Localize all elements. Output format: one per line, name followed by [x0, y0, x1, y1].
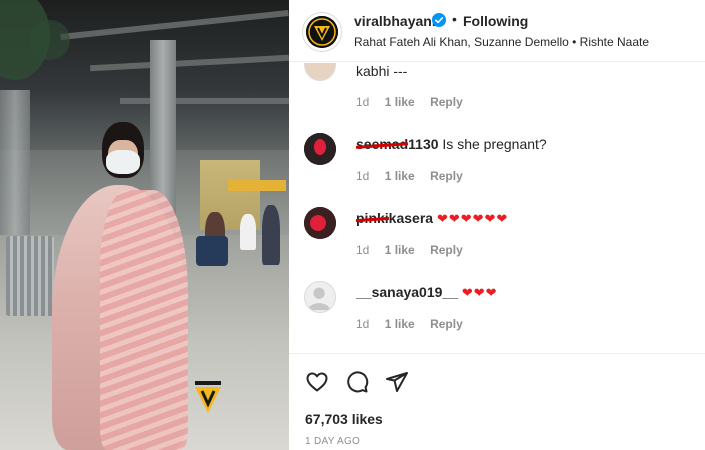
post-video[interactable] — [0, 0, 289, 450]
comment-likes[interactable]: 1 like — [385, 95, 415, 109]
post-actions: 67,703 likes 1 DAY AGO — [289, 353, 705, 450]
commenter-avatar[interactable] — [304, 133, 336, 165]
commenter-avatar[interactable] — [304, 63, 336, 81]
ceiling-beam — [120, 98, 289, 104]
comment-username[interactable]: pinki — [355, 210, 389, 226]
background-person — [262, 205, 280, 265]
audio-attribution[interactable]: Rahat Fateh Ali Khan, Suzanne Demello • … — [354, 35, 649, 49]
post-header: viralbhayani • Following Rahat Fateh Ali… — [289, 0, 705, 62]
comment-meta: 1d 1 like Reply — [356, 243, 463, 257]
comment-text: Is she pregnant? — [442, 136, 547, 152]
luggage-trolley — [196, 236, 228, 266]
comment-meta: 1d 1 like Reply — [356, 95, 463, 109]
post-detail-panel: viralbhayani • Following Rahat Fateh Ali… — [289, 0, 705, 450]
heart-emojis: ❤❤❤❤❤❤ — [436, 211, 509, 226]
comment-text: kabhi --- — [356, 63, 408, 79]
default-avatar-icon — [307, 287, 331, 311]
paper-plane-icon[interactable] — [385, 370, 409, 394]
reply-button[interactable]: Reply — [430, 95, 463, 109]
comment-likes[interactable]: 1 like — [385, 169, 415, 183]
commenter-avatar[interactable] — [304, 207, 336, 239]
brand-logo-icon — [306, 16, 338, 48]
comment-age: 1d — [356, 243, 370, 257]
avatar-image — [304, 207, 336, 239]
pink-dupatta — [100, 190, 188, 450]
avatar-image — [304, 133, 336, 165]
heart-outline-icon[interactable] — [305, 370, 329, 394]
comment-body: seemad1130 Is she pregnant? — [355, 136, 547, 152]
comment-username-visible[interactable]: 1130 — [408, 136, 438, 152]
reply-button[interactable]: Reply — [430, 243, 463, 257]
header-separator: • — [452, 11, 457, 27]
commenter-avatar[interactable] — [304, 281, 336, 313]
likes-count[interactable]: 67,703 likes — [305, 411, 383, 427]
comment-username-visible[interactable]: kasera — [389, 210, 433, 226]
comment-body: __sanaya019__ ❤❤❤ — [356, 284, 498, 301]
following-button[interactable]: Following — [463, 13, 528, 29]
yellow-signboard — [228, 180, 286, 191]
comment-meta: 1d 1 like Reply — [356, 317, 463, 331]
comments-list[interactable]: kabhi --- 1d 1 like Reply seemad1130 Is … — [289, 63, 705, 353]
comment-username[interactable]: seemad — [355, 136, 409, 152]
comment-age: 1d — [356, 95, 370, 109]
palm-plant — [30, 20, 70, 60]
comment-age: 1d — [356, 317, 370, 331]
heart-emojis: ❤❤❤ — [461, 285, 498, 300]
post-timestamp[interactable]: 1 DAY AGO — [305, 436, 360, 447]
background-person — [240, 214, 256, 250]
comment-meta: 1d 1 like Reply — [356, 169, 463, 183]
reply-button[interactable]: Reply — [430, 169, 463, 183]
comment-likes[interactable]: 1 like — [385, 317, 415, 331]
profile-avatar[interactable] — [302, 12, 342, 52]
comment-likes[interactable]: 1 like — [385, 243, 415, 257]
comment-body: pinkikasera ❤❤❤❤❤❤ — [355, 210, 509, 227]
post-username[interactable]: viralbhayani — [354, 13, 436, 29]
trash-bin — [6, 236, 54, 316]
comment-age: 1d — [356, 169, 370, 183]
comment-username[interactable]: __sanaya019__ — [356, 284, 458, 300]
verified-badge-icon — [432, 13, 446, 27]
comment-bubble-icon[interactable] — [345, 370, 369, 394]
face-mask — [106, 150, 140, 174]
viral-bhayani-watermark-logo — [195, 381, 221, 413]
reply-button[interactable]: Reply — [430, 317, 463, 331]
